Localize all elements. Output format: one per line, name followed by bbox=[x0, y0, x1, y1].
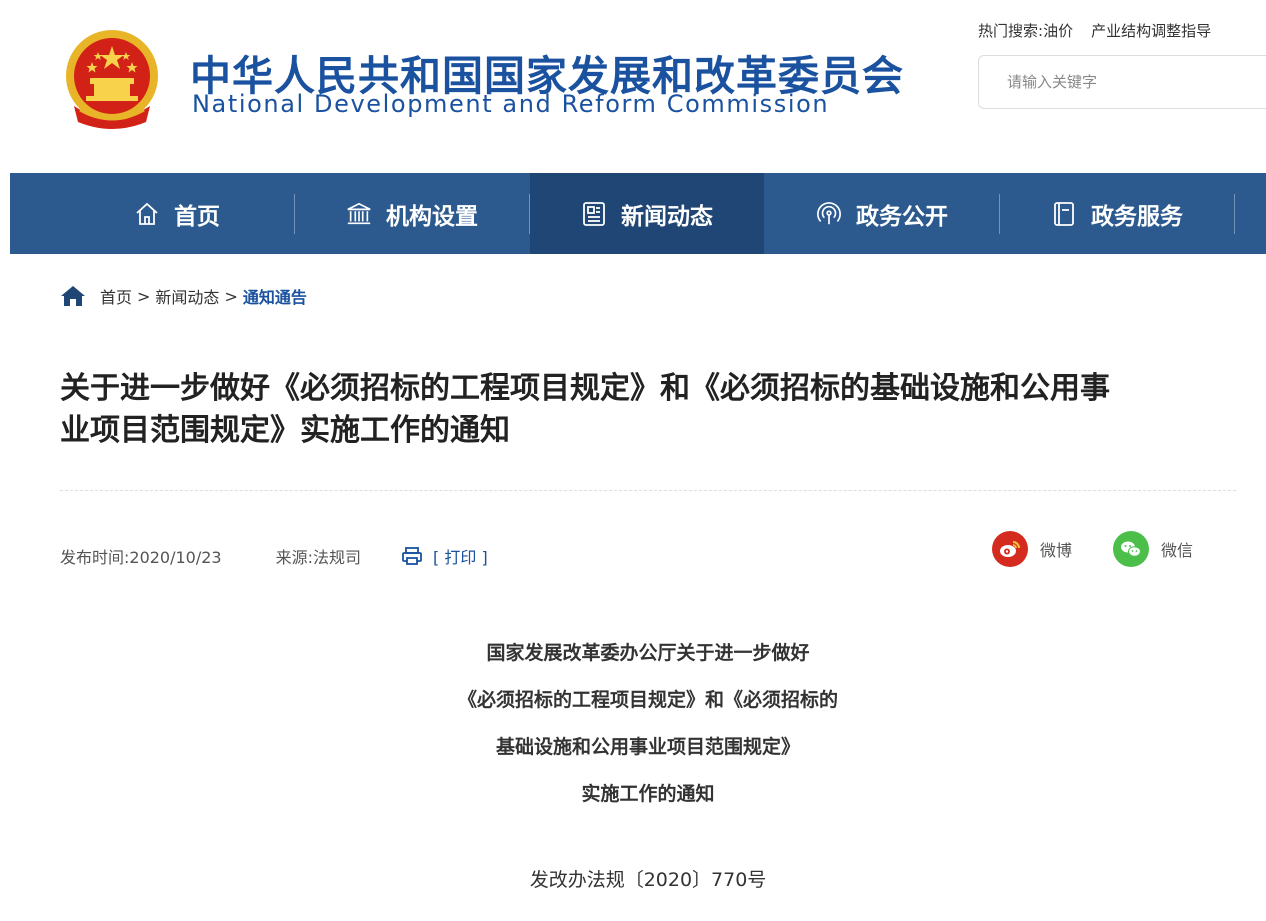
search-input[interactable] bbox=[979, 56, 1266, 108]
nav-label: 首页 bbox=[174, 203, 220, 230]
nav-item-public-affairs[interactable]: 政务公开 bbox=[765, 173, 999, 254]
document-heading-line: 《必须招标的工程项目规定》和《必须招标的 bbox=[457, 689, 838, 711]
breadcrumb-item[interactable]: 首页 bbox=[100, 284, 132, 308]
nav-item-services[interactable]: 政务服务 bbox=[1000, 173, 1234, 254]
article-title: 关于进一步做好《必须招标的工程项目规定》和《必须招标的基础设施和公用事 业项目范… bbox=[60, 368, 1220, 452]
nav-divider bbox=[1234, 193, 1235, 234]
article-title-line: 业项目范围规定》实施工作的通知 bbox=[60, 413, 510, 448]
nav-label: 新闻动态 bbox=[621, 203, 713, 230]
document-heading-line: 基础设施和公用事业项目范围规定》 bbox=[495, 736, 800, 758]
printer-icon bbox=[402, 547, 422, 565]
breadcrumb: 首页 > 新闻动态 > 通知通告 bbox=[60, 284, 307, 308]
nav-label: 机构设置 bbox=[386, 203, 478, 230]
hot-search-label: 热门搜索: bbox=[978, 22, 1044, 40]
nav-label: 政务服务 bbox=[1091, 203, 1183, 230]
document-heading: 国家发展改革委办公厅关于进一步做好 《必须招标的工程项目规定》和《必须招标的 基… bbox=[0, 630, 1266, 818]
share-wechat-label: 微信 bbox=[1161, 541, 1194, 560]
search-box bbox=[978, 55, 1266, 109]
document-icon bbox=[1051, 201, 1077, 227]
divider bbox=[60, 490, 1236, 491]
share-weibo-label: 微博 bbox=[1040, 541, 1073, 560]
nav-item-news[interactable]: 新闻动态 bbox=[530, 173, 764, 254]
broadcast-icon bbox=[816, 201, 842, 227]
share-wechat-button[interactable]: 微信 bbox=[1113, 531, 1193, 567]
breadcrumb-item[interactable]: 新闻动态 bbox=[155, 284, 219, 308]
document-heading-line: 实施工作的通知 bbox=[581, 783, 715, 805]
home-icon bbox=[134, 201, 160, 227]
document-heading-line: 国家发展改革委办公厅关于进一步做好 bbox=[486, 642, 810, 664]
breadcrumb-current[interactable]: 通知通告 bbox=[243, 284, 307, 308]
article-title-line: 关于进一步做好《必须招标的工程项目规定》和《必须招标的基础设施和公用事 bbox=[60, 371, 1110, 406]
building-icon bbox=[346, 201, 372, 227]
wechat-icon bbox=[1113, 531, 1149, 567]
share-weibo-button[interactable]: 微博 bbox=[992, 531, 1072, 567]
print-button[interactable]: [ 打印 ] bbox=[401, 544, 488, 568]
hot-search: 热门搜索:油价 产业结构调整指导 bbox=[978, 20, 1266, 41]
site-title-en: National Development and Reform Commissi… bbox=[192, 90, 830, 118]
nav-label: 政务公开 bbox=[856, 203, 948, 230]
breadcrumb-separator: > bbox=[224, 286, 238, 306]
nav-item-organization[interactable]: 机构设置 bbox=[295, 173, 529, 254]
article-meta: 发布时间:2020/10/23 来源:法规司 [ 打印 ] bbox=[60, 544, 488, 568]
breadcrumb-separator: > bbox=[137, 286, 151, 306]
print-label: [ 打印 ] bbox=[433, 548, 488, 567]
national-emblem-icon[interactable] bbox=[60, 26, 164, 136]
article-source: 来源:法规司 bbox=[275, 548, 362, 567]
hot-search-term[interactable]: 油价 bbox=[1043, 22, 1073, 40]
hot-search-term[interactable]: 产业结构调整指导 bbox=[1091, 22, 1211, 40]
home-icon[interactable] bbox=[60, 285, 86, 307]
nav-item-home[interactable]: 首页 bbox=[60, 173, 294, 254]
main-nav: 首页 机构设置 新闻动态 政务公开 政务服务 bbox=[10, 173, 1266, 254]
news-icon bbox=[581, 201, 607, 227]
publish-date: 发布时间:2020/10/23 bbox=[60, 548, 222, 567]
document-number: 发改办法规〔2020〕770号 bbox=[529, 869, 767, 891]
weibo-icon bbox=[992, 531, 1028, 567]
